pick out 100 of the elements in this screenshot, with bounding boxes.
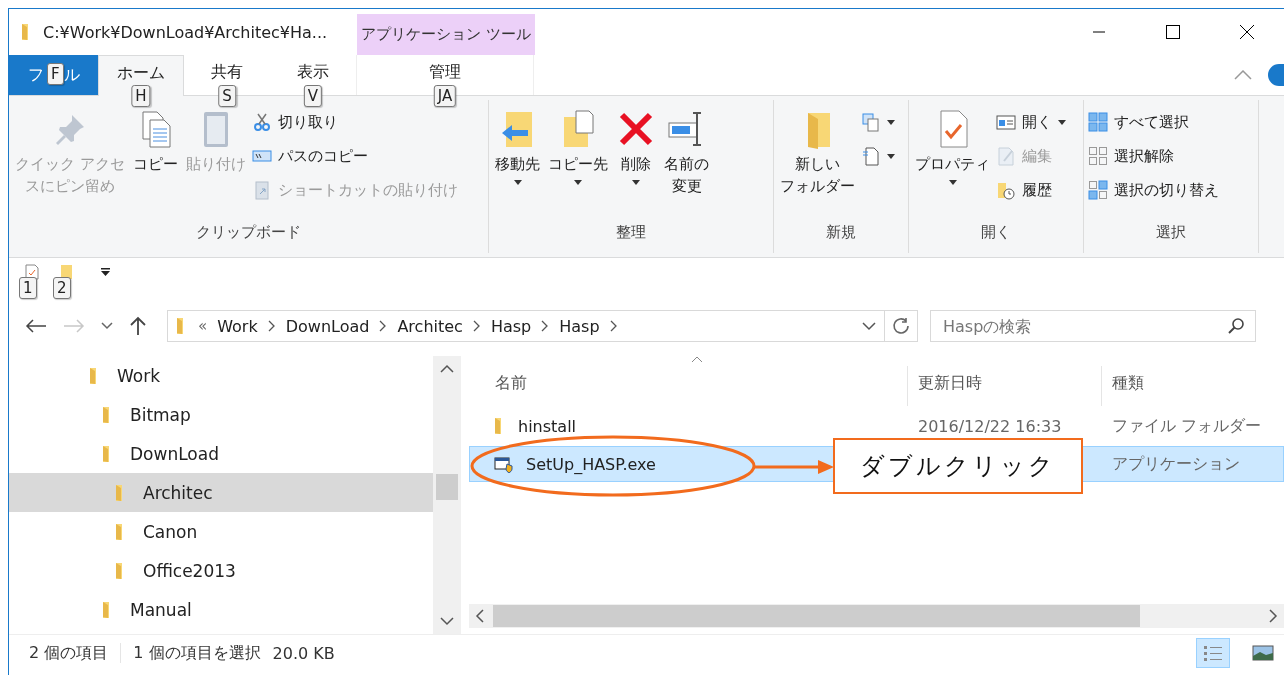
group-label: 新規 [825, 222, 857, 243]
ribbon-button[interactable]: すべて選択 [1088, 108, 1219, 136]
caret-icon [948, 179, 957, 185]
scissors-icon [251, 112, 272, 132]
ribbon-button[interactable]: 削除 [614, 106, 658, 187]
scroll-right-icon[interactable] [1268, 609, 1278, 623]
chevron-right-icon[interactable] [267, 320, 276, 332]
ribbon-button[interactable]: パスのコピー [251, 142, 458, 170]
file-type: ファイル フォルダー [1112, 415, 1262, 437]
breadcrumb[interactable]: Architec [397, 316, 463, 336]
details-view-button[interactable] [1196, 638, 1230, 668]
keytip: 1 [19, 277, 37, 299]
properties-icon[interactable] [24, 264, 40, 280]
ribbon-button[interactable]: 移動先 [493, 106, 542, 187]
group-label: 選択 [1155, 222, 1187, 243]
ribbon-button[interactable]: 切り取り [251, 108, 458, 136]
refresh-icon [892, 317, 910, 335]
scroll-up-icon[interactable] [440, 364, 454, 374]
ribbon-button[interactable]: プロパティ [913, 106, 992, 187]
scrollbar[interactable] [433, 356, 461, 634]
document-icon [861, 146, 881, 166]
grid-outline-icon [1088, 146, 1108, 166]
back-icon[interactable] [25, 318, 47, 334]
column-header[interactable]: 更新日時 [907, 366, 1101, 406]
file-type: アプリケーション [1112, 453, 1240, 475]
breadcrumb[interactable]: Hasp [559, 316, 600, 336]
scroll-left-icon[interactable] [475, 609, 485, 623]
document-stack-icon [861, 112, 881, 132]
ribbon-button[interactable]: 選択解除 [1088, 142, 1219, 170]
keytip: JA [433, 85, 457, 107]
status-text: 1 個の項目を選択 [133, 642, 261, 664]
dropdown-icon[interactable] [101, 268, 110, 276]
chevron-right-icon[interactable] [472, 320, 481, 332]
keytip: 2 [53, 277, 71, 299]
keytip: H [131, 85, 151, 107]
group-label: 整理 [615, 222, 647, 243]
search-field[interactable]: Haspの検索 [930, 310, 1256, 342]
up-icon[interactable] [129, 316, 147, 336]
tree-item[interactable]: Manual [9, 590, 433, 629]
search-icon [1227, 317, 1245, 335]
ribbon-button[interactable]: コピー先 [546, 106, 610, 187]
ribbon-button[interactable]: 開く [996, 108, 1066, 136]
ribbon-button[interactable]: 選択の切り替え [1088, 176, 1219, 204]
context-tab-header: アプリケーション ツール [357, 14, 535, 55]
keytip: V [303, 85, 323, 107]
group-label: 開く [980, 222, 1012, 243]
search-input[interactable]: Haspの検索 [941, 315, 1227, 337]
group-label: クリップボード [195, 222, 302, 243]
tree-item[interactable]: Bitmap [9, 395, 433, 434]
breadcrumb[interactable]: DownLoad [285, 316, 370, 336]
caret-icon [887, 153, 895, 159]
landscape-icon [1252, 644, 1274, 662]
column-header[interactable]: 種類 [1101, 366, 1284, 406]
scroll-down-icon[interactable] [440, 616, 454, 626]
modified-date: 2016/12/22 16:33 [918, 416, 1062, 436]
chevron-right-icon[interactable] [609, 320, 618, 332]
keytip: S [218, 85, 236, 107]
tree-item[interactable]: Canon [9, 512, 433, 551]
refresh-button[interactable] [884, 310, 918, 342]
file-name: SetUp_HASP.exe [526, 454, 656, 474]
ribbon-button[interactable]: 名前の変更 [662, 106, 711, 200]
chevron-down-icon[interactable] [101, 322, 113, 330]
address-bar[interactable]: « Work DownLoad Architec Hasp Hasp [167, 310, 885, 342]
folder-clock-icon [996, 180, 1016, 200]
breadcrumb[interactable]: Hasp [490, 316, 532, 336]
tree-item[interactable]: DownLoad [9, 434, 433, 473]
partial-grid-icon [1088, 180, 1108, 200]
sort-caret-icon [691, 356, 703, 363]
status-text: 2 個の項目 [29, 642, 109, 664]
column-header[interactable]: 名前 [469, 366, 907, 406]
details-icon [1202, 644, 1224, 662]
tree-item[interactable]: Work [9, 356, 433, 395]
scroll-thumb[interactable] [493, 605, 1140, 627]
caret-icon [574, 179, 582, 185]
folder-icon[interactable] [58, 264, 74, 280]
tree-item[interactable]: Architec [9, 473, 433, 512]
caret-icon [513, 179, 522, 185]
pencil-document-icon [996, 146, 1016, 166]
breadcrumb[interactable]: Work [217, 316, 258, 336]
application-icon [494, 455, 514, 473]
status-text: 20.0 KB [272, 643, 335, 663]
chevron-right-icon[interactable] [541, 320, 550, 332]
maximize-icon [1165, 24, 1181, 40]
window-icon [996, 112, 1016, 132]
close-icon [1239, 24, 1255, 40]
grid-icon [1088, 112, 1108, 132]
chevron-down-icon[interactable] [862, 321, 876, 331]
ribbon-button[interactable]: 新しいフォルダー [778, 106, 857, 200]
ribbon-button[interactable]: コピー [130, 106, 180, 178]
caret-icon [1058, 119, 1066, 125]
chevron-right-icon[interactable] [379, 320, 388, 332]
window-title: C:¥Work¥DownLoad¥Architec¥Ha... [43, 22, 328, 42]
callout-tooltip: ダブルクリック [833, 438, 1083, 494]
scroll-thumb[interactable] [436, 474, 458, 500]
caret-icon [887, 119, 895, 125]
collapse-ribbon-icon[interactable] [1234, 70, 1252, 80]
scrollbar[interactable] [469, 604, 1284, 628]
ribbon-button[interactable]: 履歴 [996, 176, 1066, 204]
tree-item[interactable]: Office2013 [9, 551, 433, 590]
overflow-button[interactable]: « [198, 317, 208, 335]
